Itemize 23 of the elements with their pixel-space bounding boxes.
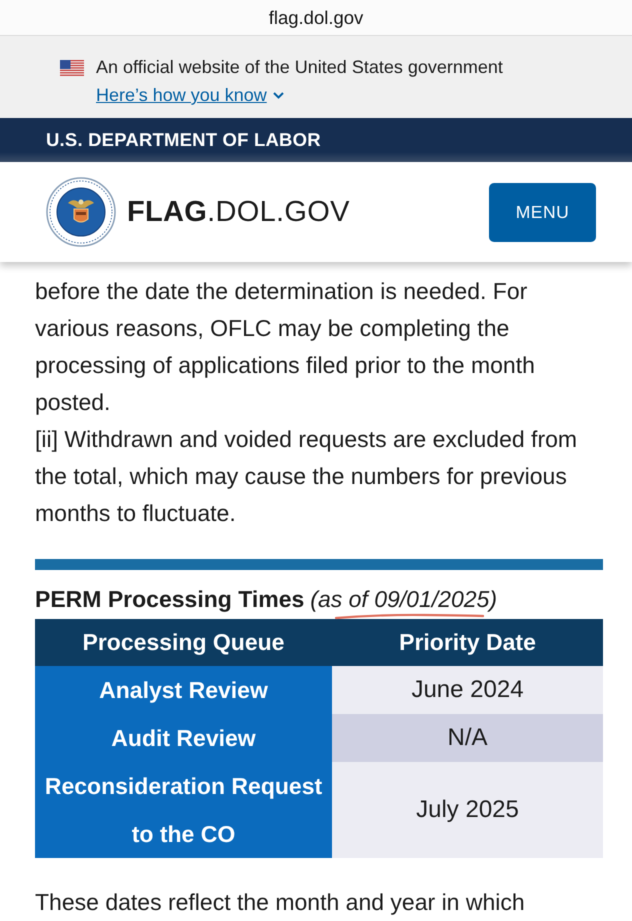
body-paragraph: [ii] Withdrawn and voided requests are excluded from the total, which may cause the numbers for previous months to fluctuate. <box>35 425 578 528</box>
priority-date-cell: N/A <box>332 714 603 762</box>
queue-cell: Analyst Review <box>35 666 332 714</box>
queue-cell: Audit Review <box>35 714 332 762</box>
column-header: Priority Date <box>332 619 603 666</box>
queue-cell: Reconsideration Request to the CO <box>35 762 332 858</box>
address-bar[interactable]: flag.dol.gov <box>0 0 632 36</box>
column-header: Processing Queue <box>35 619 332 666</box>
flag-icon <box>60 60 84 77</box>
body-paragraph: These dates reflect the month and year in which <box>35 888 526 917</box>
heres-how-you-know-link[interactable]: Here’s how you know <box>96 81 284 109</box>
priority-date-cell: July 2025 <box>332 762 603 858</box>
section-title: PERM Processing Times <box>35 585 304 614</box>
agency-title: U.S. DEPARTMENT OF LABOR <box>46 129 321 151</box>
priority-date-cell: June 2024 <box>332 666 603 714</box>
body-paragraph: before the date the determination is needed. For various reasons, OFLC may be completing the processing of applications filed prior to the month posted. <box>35 277 536 417</box>
section-date-note: (as of 09/01/2025) <box>310 586 497 612</box>
menu-button[interactable]: MENU <box>489 182 596 242</box>
seal-icon <box>46 177 116 247</box>
official-site-notice: An official website of the United States government Here’s how you know <box>96 53 612 109</box>
chevron-down-icon <box>272 92 284 98</box>
site-name[interactable]: FLAG.DOL.GOV <box>127 196 350 228</box>
url-text: flag.dol.gov <box>268 6 364 28</box>
